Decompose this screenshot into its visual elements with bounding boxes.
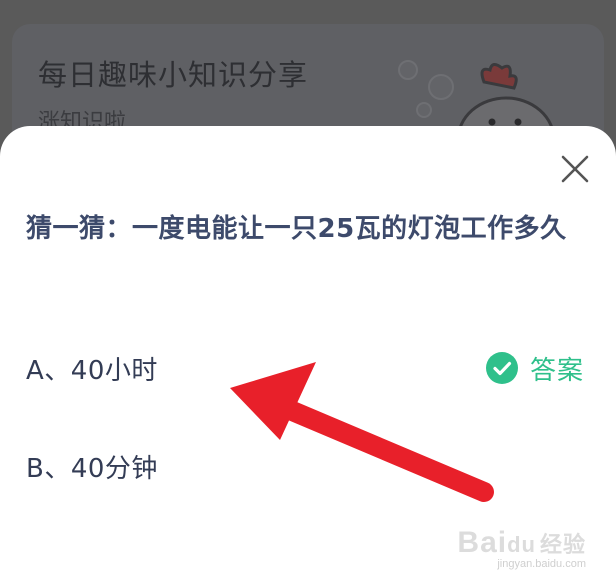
option-b-label: B、40分钟	[26, 454, 158, 484]
answer-tag: 答案	[485, 348, 584, 388]
quiz-modal: 猜一猜：一度电能让一只25瓦的灯泡工作多久 A、40小时 答案 B、40分钟	[0, 126, 616, 584]
option-b[interactable]: B、40分钟	[0, 438, 616, 498]
baidu-watermark: Baidu 经验 jingyan.baidu.com	[457, 526, 586, 570]
quiz-question: 猜一猜：一度电能让一只25瓦的灯泡工作多久	[26, 214, 567, 244]
background-card-title: 每日趣味小知识分享	[38, 58, 309, 92]
close-button[interactable]	[560, 154, 590, 184]
option-a-label: A、40小时	[26, 356, 158, 386]
option-a[interactable]: A、40小时 答案	[0, 340, 616, 400]
screen: 每日趣味小知识分享 涨知识啦 猜一猜：一度电能让一只25瓦的灯泡工作多久 A、4…	[0, 0, 616, 584]
decoration-bubble	[398, 60, 418, 80]
answer-label: 答案	[529, 355, 584, 386]
check-circle-icon	[485, 352, 518, 384]
close-icon	[561, 155, 589, 183]
watermark-logo: Baidu 经验	[457, 526, 586, 559]
